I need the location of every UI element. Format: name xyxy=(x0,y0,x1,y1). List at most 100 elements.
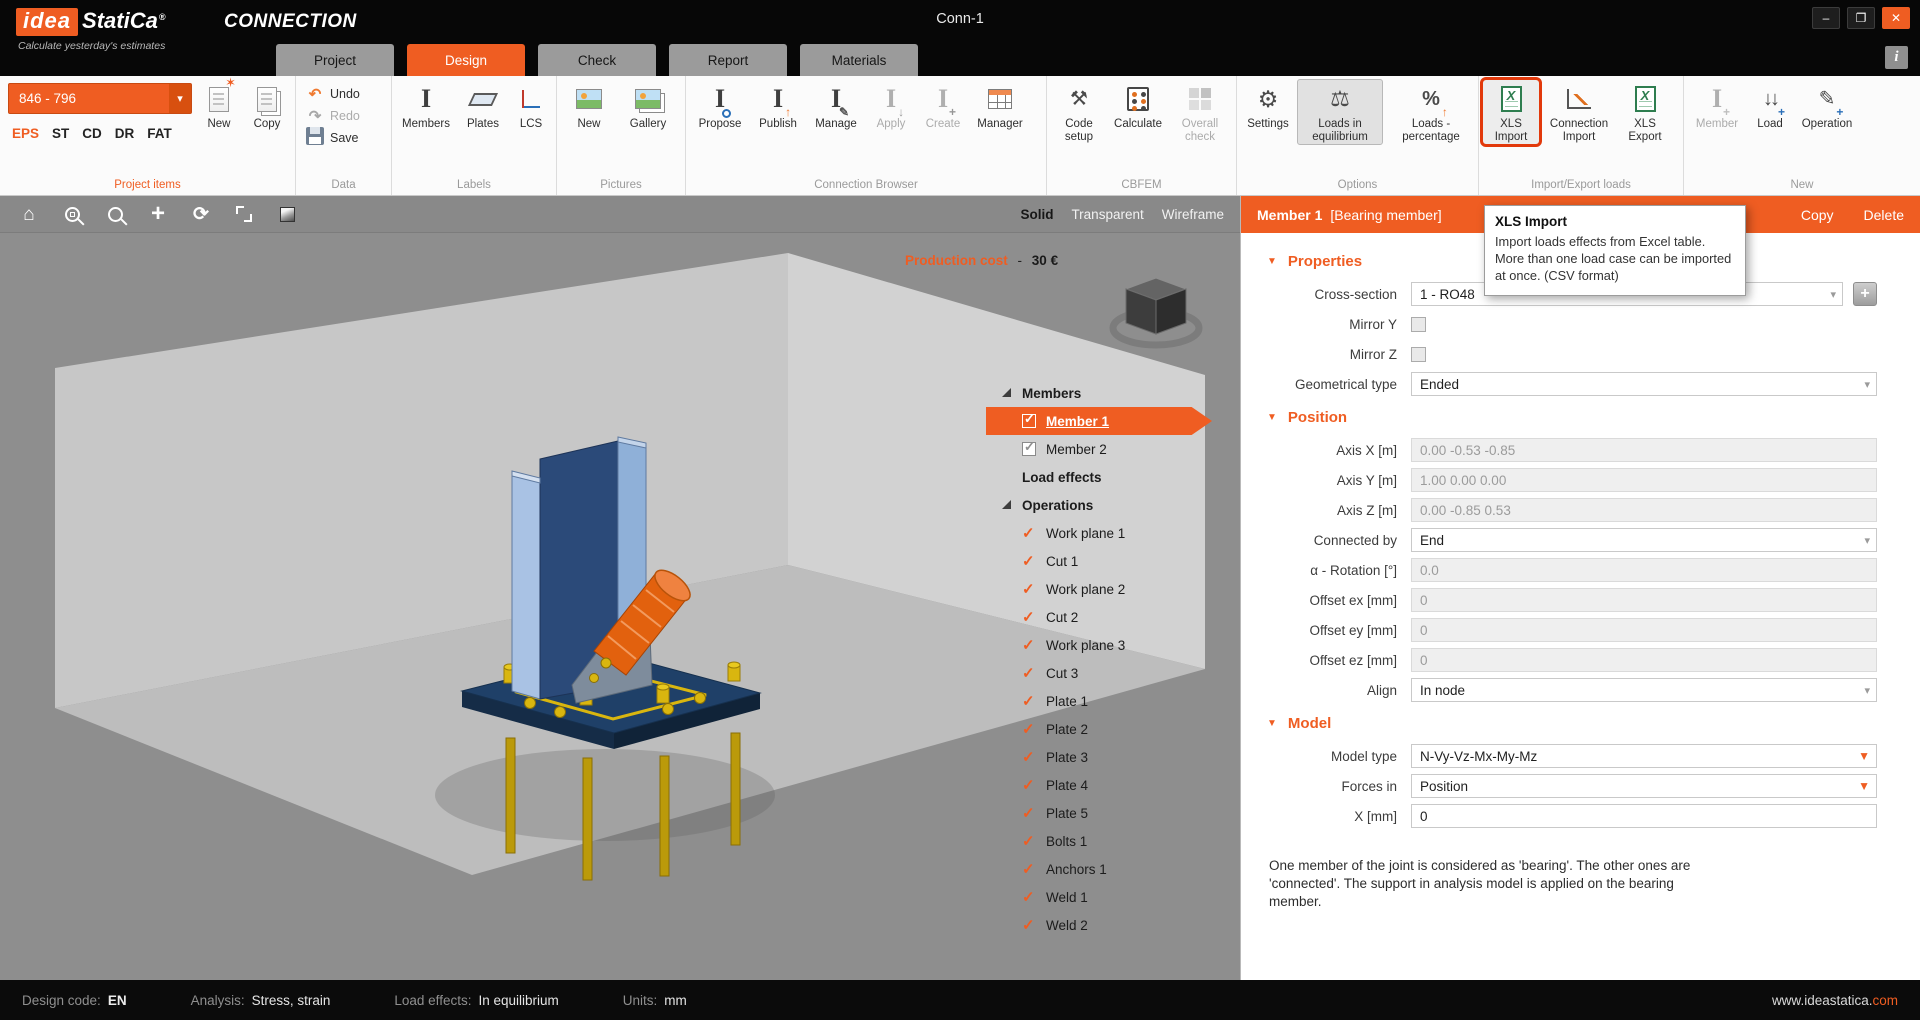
tab-project[interactable]: Project xyxy=(276,44,394,76)
tree-header-members[interactable]: Members xyxy=(1000,379,1214,407)
labels-plates-button[interactable]: Plates xyxy=(458,79,508,132)
tab-check[interactable]: Check xyxy=(538,44,656,76)
website-link[interactable]: www.ideastatica.com xyxy=(1772,993,1898,1008)
maximize-button[interactable]: ❐ xyxy=(1847,7,1875,29)
fit-view-button[interactable] xyxy=(231,201,257,227)
info-button[interactable]: i xyxy=(1885,46,1908,69)
manager-button[interactable]: Manager xyxy=(970,79,1030,132)
tree-item-work-plane-2[interactable]: ✓Work plane 2 xyxy=(1000,575,1214,603)
tree-item-weld-1[interactable]: ✓Weld 1 xyxy=(1000,883,1214,911)
navigation-cube[interactable] xyxy=(1100,270,1212,358)
tree-item-anchors-1[interactable]: ✓Anchors 1 xyxy=(1000,855,1214,883)
ribbon-group-project-items: 846 - 796 ▾ EPS ST CD DR FAT ✶ New Copy … xyxy=(0,76,296,195)
chevron-down-icon: ▾ xyxy=(169,84,191,113)
tree-item-plate-2[interactable]: ✓Plate 2 xyxy=(1000,715,1214,743)
tab-report[interactable]: Report xyxy=(669,44,787,76)
pan-button[interactable]: + xyxy=(145,201,171,227)
badge-dr[interactable]: DR xyxy=(115,126,135,141)
tree-header-operations[interactable]: Operations xyxy=(1000,491,1214,519)
member-2-checkbox[interactable]: ✓ xyxy=(1022,442,1036,456)
new-project-item-button[interactable]: ✶ New xyxy=(196,79,242,132)
tree-expand-icon[interactable] xyxy=(1000,386,1014,400)
tree-expand-icon[interactable] xyxy=(1000,498,1014,512)
badge-eps[interactable]: EPS xyxy=(12,126,39,141)
propose-button[interactable]: I Propose xyxy=(692,79,748,132)
picture-gallery-button[interactable]: Gallery xyxy=(619,79,677,132)
tree-item-plate-3[interactable]: ✓Plate 3 xyxy=(1000,743,1214,771)
tree-item-member-2[interactable]: ✓ Member 2 xyxy=(1000,435,1214,463)
loads-in-equilibrium-toggle[interactable]: ⚖ Loads in equilibrium xyxy=(1297,79,1383,145)
axis-x-row: Axis X [m] 0.00 -0.53 -0.85 xyxy=(1241,435,1920,465)
labels-lcs-button[interactable]: LCS xyxy=(510,79,552,132)
tab-materials[interactable]: Materials xyxy=(800,44,918,76)
calculate-button[interactable]: Calculate xyxy=(1109,79,1167,132)
display-mode-solid[interactable]: Solid xyxy=(1020,207,1053,222)
code-setup-button[interactable]: ⚒ Code setup xyxy=(1051,79,1107,145)
tree-item-weld-2[interactable]: ✓Weld 2 xyxy=(1000,911,1214,939)
member-1-checkbox[interactable]: ✓ xyxy=(1022,414,1036,428)
align-select[interactable]: In node ▾ xyxy=(1411,678,1877,702)
project-item-selector[interactable]: 846 - 796 ▾ xyxy=(8,83,192,114)
tree-item-work-plane-3[interactable]: ✓Work plane 3 xyxy=(1000,631,1214,659)
tree-item-plate-5[interactable]: ✓Plate 5 xyxy=(1000,799,1214,827)
beam-icon: I xyxy=(715,86,725,112)
tree-header-load-effects[interactable]: Load effects xyxy=(1000,463,1214,491)
status-units: Units:mm xyxy=(623,993,687,1008)
loads-percentage-button[interactable]: %↑ Loads - percentage xyxy=(1387,79,1475,145)
tree-item-cut-2[interactable]: ✓Cut 2 xyxy=(1000,603,1214,631)
labels-members-button[interactable]: I Members xyxy=(396,79,456,132)
forces-in-select[interactable]: Position ▼ xyxy=(1411,774,1877,798)
model-type-select[interactable]: N-Vy-Vz-Mx-My-Mz ▼ xyxy=(1411,744,1877,768)
tree-item-plate-1[interactable]: ✓Plate 1 xyxy=(1000,687,1214,715)
tree-item-member-1[interactable]: ✓ Member 1 xyxy=(1000,407,1214,435)
title-bar: idea StatiCa® Calculate yesterday's esti… xyxy=(0,0,1920,76)
tree-item-bolts-1[interactable]: ✓Bolts 1 xyxy=(1000,827,1214,855)
section-model[interactable]: ▼ Model xyxy=(1241,705,1920,741)
section-position[interactable]: ▼ Position xyxy=(1241,399,1920,435)
xls-export-button[interactable]: X XLS Export xyxy=(1615,79,1675,145)
zoom-button[interactable] xyxy=(102,201,128,227)
settings-button[interactable]: ⚙ Settings xyxy=(1241,79,1295,132)
bearing-member-description: One member of the joint is considered as… xyxy=(1269,857,1707,912)
mirror-y-checkbox[interactable] xyxy=(1411,317,1426,332)
add-cross-section-button[interactable]: + xyxy=(1853,282,1877,306)
connection-import-button[interactable]: Connection Import xyxy=(1545,79,1613,145)
solid-view-button[interactable] xyxy=(274,201,300,227)
copy-member-button[interactable]: Copy xyxy=(1801,207,1834,223)
section-collapse-icon[interactable]: ▼ xyxy=(1267,256,1277,267)
rotate-view-button[interactable]: ⟳ xyxy=(188,201,214,227)
new-operation-button[interactable]: ✎+ Operation xyxy=(1796,79,1858,132)
tree-item-work-plane-1[interactable]: ✓Work plane 1 xyxy=(1000,519,1214,547)
tab-design[interactable]: Design xyxy=(407,44,525,76)
publish-button[interactable]: I↑ Publish xyxy=(750,79,806,132)
xls-import-button[interactable]: X XLS Import xyxy=(1482,79,1540,145)
close-button[interactable]: ✕ xyxy=(1882,7,1910,29)
mirror-z-checkbox[interactable] xyxy=(1411,347,1426,362)
tree-item-cut-1[interactable]: ✓Cut 1 xyxy=(1000,547,1214,575)
tree-item-cut-3[interactable]: ✓Cut 3 xyxy=(1000,659,1214,687)
geometrical-type-select[interactable]: Ended ▾ xyxy=(1411,372,1877,396)
minimize-button[interactable]: – xyxy=(1812,7,1840,29)
section-collapse-icon[interactable]: ▼ xyxy=(1267,718,1277,729)
badge-cd[interactable]: CD xyxy=(82,126,102,141)
copy-project-item-button[interactable]: Copy xyxy=(244,79,290,132)
save-button[interactable]: Save xyxy=(296,127,391,149)
manage-button[interactable]: I✎ Manage xyxy=(808,79,864,132)
x-mm-input[interactable]: 0 xyxy=(1411,804,1877,828)
picture-new-button[interactable]: New xyxy=(563,79,615,132)
new-load-button[interactable]: ↓↓+ Load xyxy=(1746,79,1794,132)
home-view-button[interactable]: ⌂ xyxy=(16,201,42,227)
plus-icon: + xyxy=(949,106,956,118)
3d-viewport[interactable]: ⌂ + ⟳ Solid Transparent Wireframe xyxy=(0,196,1240,980)
check-icon: ✓ xyxy=(1022,580,1046,598)
display-mode-transparent[interactable]: Transparent xyxy=(1071,207,1143,222)
display-mode-wireframe[interactable]: Wireframe xyxy=(1162,207,1224,222)
connected-by-select[interactable]: End ▾ xyxy=(1411,528,1877,552)
tree-item-plate-4[interactable]: ✓Plate 4 xyxy=(1000,771,1214,799)
undo-button[interactable]: ↶ Undo xyxy=(296,83,391,105)
section-collapse-icon[interactable]: ▼ xyxy=(1267,412,1277,423)
delete-member-button[interactable]: Delete xyxy=(1864,207,1904,223)
badge-st[interactable]: ST xyxy=(52,126,69,141)
badge-fat[interactable]: FAT xyxy=(147,126,172,141)
zoom-window-button[interactable] xyxy=(59,201,85,227)
